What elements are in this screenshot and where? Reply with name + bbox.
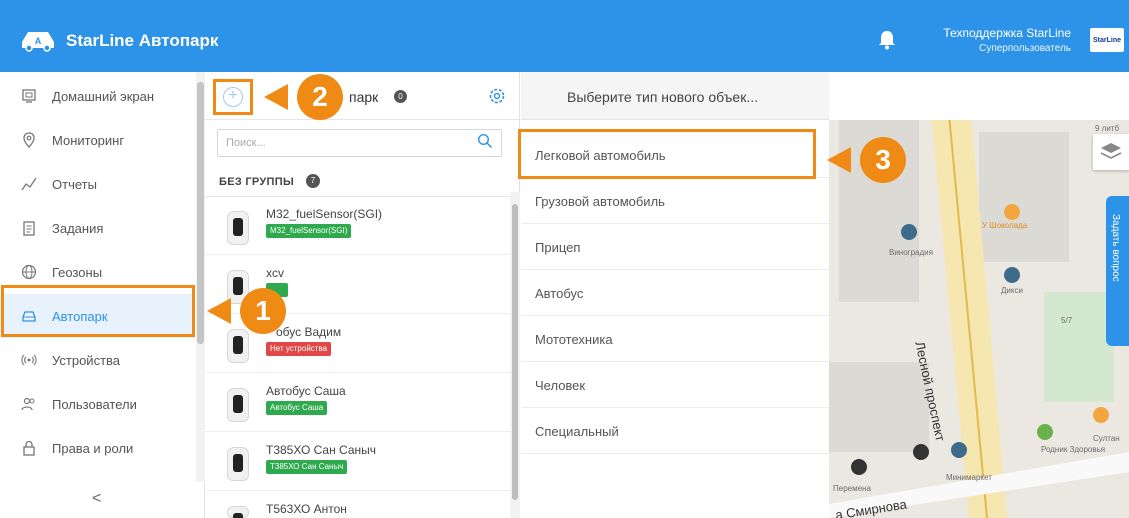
type-option-special[interactable]: Специальный bbox=[521, 408, 829, 454]
map-label: 9 литб bbox=[1095, 124, 1120, 133]
app-header: A StarLine Автопарк Техподдержка StarLin… bbox=[0, 0, 1129, 72]
vehicle-row[interactable]: Т385ХО Сан Саныч Т385ХО Сан Саныч bbox=[205, 433, 510, 491]
ask-question-tab[interactable]: Задать вопрос bbox=[1106, 196, 1129, 346]
map-label: Дикси bbox=[1001, 286, 1023, 295]
sidebar-item-label: Отчеты bbox=[52, 176, 97, 192]
group-count-badge: 7 bbox=[306, 174, 320, 188]
user-info[interactable]: Техподдержка StarLine Суперпользователь bbox=[943, 26, 1071, 54]
users-icon bbox=[20, 395, 38, 413]
car-icon bbox=[227, 447, 249, 481]
signal-icon bbox=[20, 351, 38, 369]
callout-number: 3 bbox=[860, 137, 906, 183]
location-pin-icon bbox=[20, 131, 38, 149]
panel-title: парк bbox=[349, 89, 379, 105]
sidebar-scroll-thumb[interactable] bbox=[197, 82, 204, 344]
callout-number: 1 bbox=[240, 288, 286, 334]
vehicle-name: xcv bbox=[266, 266, 284, 280]
map-label: У Шоколада bbox=[982, 221, 1028, 230]
search-icon[interactable] bbox=[477, 133, 493, 149]
map-label: 5/7 bbox=[1061, 316, 1073, 325]
vehicle-name: M32_fuelSensor(SGI) bbox=[266, 207, 383, 221]
car-icon bbox=[227, 211, 249, 245]
globe-icon bbox=[20, 263, 38, 281]
sidebar-item-reports[interactable]: Отчеты bbox=[0, 162, 195, 206]
callout-arrow bbox=[207, 298, 231, 324]
vehicle-name: Т385ХО Сан Саныч bbox=[266, 443, 377, 457]
starline-logo-icon: A bbox=[22, 32, 54, 52]
type-menu-title: Выберите тип нового объек... bbox=[567, 89, 759, 105]
sidebar-item-tasks[interactable]: Задания bbox=[0, 206, 195, 250]
type-option-bus[interactable]: Автобус bbox=[521, 270, 829, 316]
sidebar-item-users[interactable]: Пользователи bbox=[0, 382, 195, 426]
support-name: Техподдержка StarLine bbox=[943, 26, 1071, 40]
sidebar-scrollbar[interactable] bbox=[196, 72, 205, 482]
car-icon bbox=[227, 388, 249, 422]
sidebar-item-roles[interactable]: Права и роли bbox=[0, 426, 195, 470]
layers-icon bbox=[1100, 143, 1122, 159]
sidebar-item-label: Задания bbox=[52, 220, 104, 236]
map-label: Родник Здоровья bbox=[1041, 445, 1106, 454]
callout-arrow bbox=[827, 147, 851, 173]
brand-avatar[interactable]: StarLine bbox=[1090, 28, 1124, 52]
collapse-sidebar-button[interactable]: < bbox=[92, 490, 101, 508]
type-option-truck[interactable]: Грузовой автомобиль bbox=[521, 178, 829, 224]
sidebar-item-label: Домашний экран bbox=[52, 88, 155, 104]
bell-icon[interactable] bbox=[878, 30, 896, 50]
sidebar-item-devices[interactable]: Устройства bbox=[0, 338, 195, 382]
type-menu-header: Выберите тип нового объек... bbox=[521, 72, 829, 120]
highlight-add-button bbox=[213, 79, 253, 115]
vehicle-name: Автобус Саша bbox=[266, 384, 346, 398]
highlight-car-option bbox=[518, 129, 816, 179]
sidebar-item-label: Геозоны bbox=[52, 264, 103, 280]
highlight-fleet bbox=[1, 285, 195, 337]
gear-icon[interactable] bbox=[487, 86, 507, 106]
ask-question-label: Задать вопрос bbox=[1110, 214, 1121, 282]
callout-arrow bbox=[264, 84, 288, 110]
map-label: Виноградия bbox=[889, 248, 933, 257]
clipboard-icon bbox=[20, 219, 38, 237]
list-scroll-thumb[interactable] bbox=[512, 204, 518, 500]
vehicle-row[interactable]: Автобус Саша Автобус Саша bbox=[205, 374, 510, 432]
chart-line-icon bbox=[20, 175, 38, 193]
vehicle-name: обус Вадим bbox=[276, 325, 342, 339]
sidebar-item-label: Права и роли bbox=[52, 440, 134, 456]
sidebar-item-label: Устройства bbox=[52, 352, 121, 368]
callout-number: 2 bbox=[297, 74, 343, 120]
search-input[interactable]: Поиск... bbox=[217, 129, 502, 157]
type-option-trailer[interactable]: Прицеп bbox=[521, 224, 829, 270]
support-role: Суперпользователь bbox=[979, 43, 1071, 54]
svg-text:A: A bbox=[35, 36, 42, 46]
car-icon bbox=[227, 329, 249, 363]
app-title: StarLine Автопарк bbox=[66, 31, 219, 50]
device-tag: Автобус Саша bbox=[266, 401, 328, 415]
sidebar-item-label: Мониторинг bbox=[52, 132, 125, 148]
vehicle-name: Т563ХО Антон bbox=[266, 502, 347, 516]
map-label: Султан bbox=[1093, 434, 1120, 443]
sidebar-item-label: Пользователи bbox=[52, 396, 137, 412]
sidebar-item-monitoring[interactable]: Мониторинг bbox=[0, 118, 195, 162]
sidebar-item-home[interactable]: Домашний экран bbox=[0, 74, 195, 118]
object-count-badge: 0 bbox=[394, 90, 407, 103]
device-tag: Нет устройства bbox=[266, 342, 332, 356]
device-tag: M32_fuelSensor(SGI) bbox=[266, 224, 352, 238]
car-icon bbox=[227, 506, 249, 518]
vehicle-row[interactable]: Т563ХО Антон bbox=[205, 492, 510, 518]
map-layers-button[interactable] bbox=[1093, 134, 1129, 170]
type-option-moto[interactable]: Мототехника bbox=[521, 316, 829, 362]
type-option-person[interactable]: Человек bbox=[521, 362, 829, 408]
map-label: Минимаркет bbox=[946, 473, 992, 482]
vehicle-row[interactable]: M32_fuelSensor(SGI) M32_fuelSensor(SGI) bbox=[205, 197, 510, 255]
group-title[interactable]: БЕЗ ГРУППЫ bbox=[219, 176, 294, 188]
home-screen-icon bbox=[20, 87, 38, 105]
list-scrollbar[interactable] bbox=[510, 192, 520, 518]
lock-icon bbox=[20, 439, 38, 457]
map-label: Перемена bbox=[833, 484, 871, 493]
device-tag: Т385ХО Сан Саныч bbox=[266, 460, 348, 474]
